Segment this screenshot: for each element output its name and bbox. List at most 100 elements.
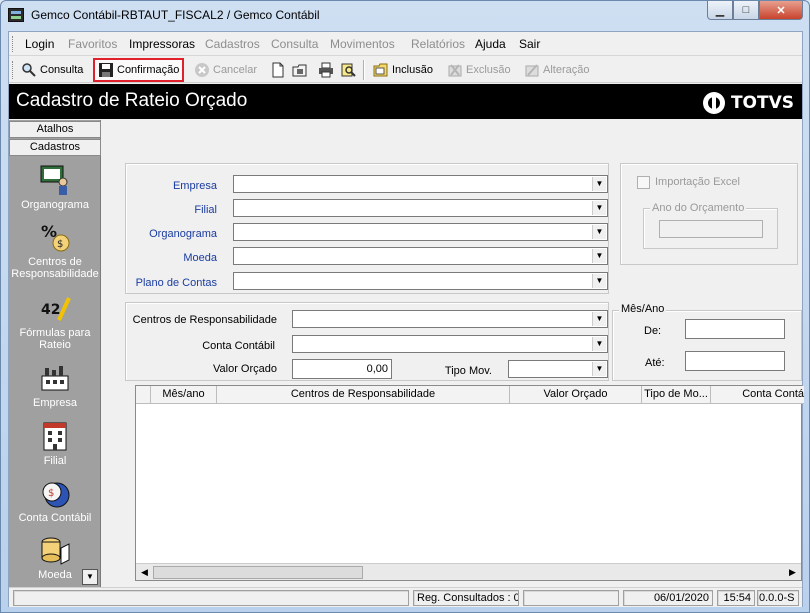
grid-col-conta-contabil[interactable]: Conta Contá xyxy=(711,386,804,404)
moeda-select[interactable]: ▼ xyxy=(233,247,608,265)
maximize-button[interactable]: □ xyxy=(733,1,759,20)
sidebar-item-label: Moeda xyxy=(38,569,72,581)
printer-icon xyxy=(318,62,334,78)
centros-de-responsabilidade-select[interactable]: ▼ xyxy=(292,310,608,328)
folder-add-icon xyxy=(373,62,389,78)
data-grid[interactable]: Mês/ano Centros de Responsabilidade Valo… xyxy=(135,385,804,581)
chevron-down-icon: ▼ xyxy=(592,362,606,376)
open-button[interactable] xyxy=(292,60,311,80)
sidebar-item-formulas-para-rateio[interactable]: 42 Fórmulas para Rateio xyxy=(9,292,101,351)
cancel-icon xyxy=(194,62,210,78)
menu-login[interactable]: Login xyxy=(25,37,54,51)
empresa-select[interactable]: ▼ xyxy=(233,175,608,193)
exclusao-label: Exclusão xyxy=(466,64,511,76)
app-icon xyxy=(8,8,24,22)
grid-header: Mês/ano Centros de Responsabilidade Valo… xyxy=(136,386,804,404)
minimize-button[interactable]: ▁ xyxy=(707,1,733,20)
sidebar-item-centros-de-responsabilidade[interactable]: % $ Centros de Responsabilidade xyxy=(9,221,101,280)
coins-icon xyxy=(39,534,71,566)
moeda-label: Moeda xyxy=(183,252,217,264)
sidebar-item-filial[interactable]: Filial xyxy=(9,420,101,467)
magnifier-icon xyxy=(21,62,37,78)
new-document-button[interactable] xyxy=(270,60,289,80)
new-document-icon xyxy=(270,62,286,78)
sidebar: Atalhos Cadastros Organograma % $ Centros… xyxy=(9,120,101,587)
tab-atalhos[interactable]: Atalhos xyxy=(9,121,101,138)
scroll-left-icon[interactable]: ◀ xyxy=(137,565,152,580)
sidebar-scroll-down-button[interactable]: ▼ xyxy=(82,569,98,585)
confirmacao-button[interactable]: Confirmação xyxy=(93,58,185,82)
percent-money-icon: % $ xyxy=(39,221,71,253)
svg-text:$: $ xyxy=(48,488,54,499)
menu-movimentos[interactable]: Movimentos xyxy=(330,37,395,51)
status-panel-blank xyxy=(523,590,619,606)
tab-cadastros[interactable]: Cadastros xyxy=(9,139,101,156)
de-input[interactable] xyxy=(685,319,785,339)
empresa-label: Empresa xyxy=(172,180,217,192)
grid-col-tipo-de-mov[interactable]: Tipo de Mo... xyxy=(642,386,711,404)
title-bar[interactable]: Gemco Contábil-RBTAUT_FISCAL2 / Gemco Co… xyxy=(1,1,809,29)
plano-de-contas-label: Plano de Contas xyxy=(135,277,217,289)
toolbar: Consulta Confirmação Cancelar Inclusão E… xyxy=(9,57,802,83)
tipo-mov-select[interactable]: ▼ xyxy=(508,360,608,378)
svg-text:42: 42 xyxy=(41,302,60,318)
de-label: De: xyxy=(644,325,662,337)
window-title: Gemco Contábil-RBTAUT_FISCAL2 / Gemco Co… xyxy=(31,8,320,22)
grid-col-mes-ano[interactable]: Mês/ano xyxy=(151,386,217,404)
conta-contabil-select[interactable]: ▼ xyxy=(292,335,608,353)
inclusao-button[interactable]: Inclusão xyxy=(373,60,433,80)
print-button[interactable] xyxy=(318,60,337,80)
menu-bar: Login Favoritos Impressoras Cadastros Co… xyxy=(9,32,802,56)
scrollbar-thumb[interactable] xyxy=(153,566,363,579)
toolbar-separator xyxy=(363,60,365,80)
filial-select[interactable]: ▼ xyxy=(233,199,608,217)
status-panel-empty xyxy=(13,590,409,606)
menu-sair[interactable]: Sair xyxy=(519,37,540,51)
chevron-down-icon: ▼ xyxy=(592,249,606,263)
sidebar-item-label: Centros de Responsabilidade xyxy=(11,256,99,280)
mes-ano-legend: Mês/Ano xyxy=(619,303,667,315)
organograma-select[interactable]: ▼ xyxy=(233,223,608,241)
status-bar: Reg. Consultados : 0 06/01/2020 15:54 0.… xyxy=(9,587,802,607)
sidebar-item-conta-contabil[interactable]: $ Conta Contábil xyxy=(9,477,101,524)
scroll-right-icon[interactable]: ▶ xyxy=(785,565,800,580)
menu-impressoras[interactable]: Impressoras xyxy=(129,37,195,51)
cancelar-button[interactable]: Cancelar xyxy=(194,60,257,80)
menu-consulta[interactable]: Consulta xyxy=(271,37,318,51)
grid-col-centros-de-responsabilidade[interactable]: Centros de Responsabilidade xyxy=(217,386,510,404)
page-title: Cadastro de Rateio Orçado xyxy=(16,90,248,111)
status-time: 15:54 xyxy=(717,590,755,606)
delete-icon xyxy=(447,62,463,78)
org-chart-icon xyxy=(39,164,71,196)
organograma-label: Organograma xyxy=(149,228,217,240)
ano-orcamento-input[interactable] xyxy=(659,220,763,238)
importacao-excel-checkbox[interactable] xyxy=(637,176,650,189)
grid-horizontal-scrollbar[interactable]: ◀ ▶ xyxy=(136,563,801,580)
edit-icon xyxy=(524,62,540,78)
close-button[interactable]: ✕ xyxy=(759,1,803,20)
sidebar-item-label: Empresa xyxy=(32,397,78,409)
money-bag-icon: $ xyxy=(39,477,71,509)
plano-de-contas-select[interactable]: ▼ xyxy=(233,272,608,290)
cancelar-label: Cancelar xyxy=(213,64,258,76)
sidebar-item-label: Conta Contábil xyxy=(18,512,92,524)
preview-button[interactable] xyxy=(340,60,359,80)
valor-orcado-input[interactable]: 0,00 xyxy=(292,359,392,379)
menu-favoritos[interactable]: Favoritos xyxy=(68,37,117,51)
consulta-button[interactable]: Consulta xyxy=(21,60,83,80)
alteracao-button[interactable]: Alteração xyxy=(524,60,589,80)
alteracao-label: Alteração xyxy=(543,64,590,76)
sidebar-item-empresa[interactable]: Empresa xyxy=(9,362,101,409)
exclusao-button[interactable]: Exclusão xyxy=(447,60,511,80)
ate-input[interactable] xyxy=(685,351,785,371)
menu-ajuda[interactable]: Ajuda xyxy=(475,37,506,51)
page-header: Cadastro de Rateio Orçado TOTVS xyxy=(9,84,802,119)
save-icon xyxy=(98,62,114,78)
open-folder-icon xyxy=(292,62,308,78)
sidebar-item-label: Fórmulas para Rateio xyxy=(19,327,91,351)
grid-col-valor-orcado[interactable]: Valor Orçado xyxy=(510,386,642,404)
menu-cadastros[interactable]: Cadastros xyxy=(205,37,260,51)
menu-relatorios[interactable]: Relatórios xyxy=(411,37,465,51)
chevron-down-icon: ▼ xyxy=(86,572,94,581)
sidebar-item-organograma[interactable]: Organograma xyxy=(9,164,101,211)
